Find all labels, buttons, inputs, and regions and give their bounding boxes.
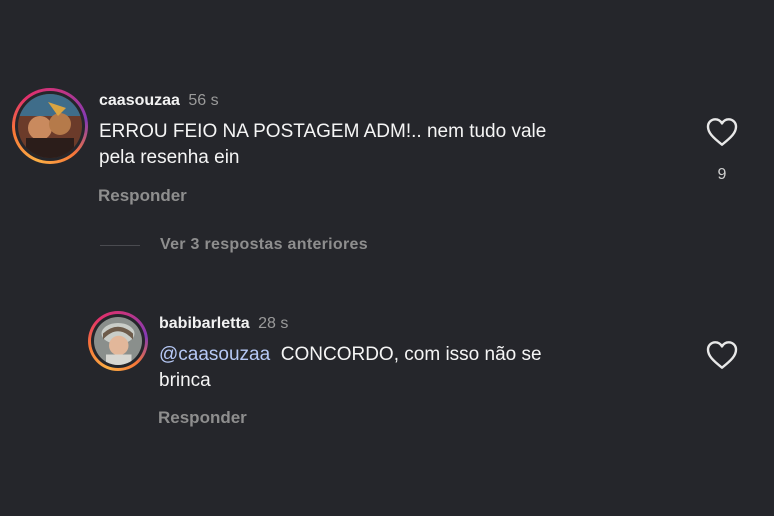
mention-link[interactable]: @caasouzaa <box>159 344 270 365</box>
heart-icon[interactable] <box>706 117 738 147</box>
comment-meta: caasouzaa 56 s <box>99 92 219 110</box>
heart-icon[interactable] <box>706 340 738 370</box>
reply-text: @caasouzaa CONCORDO, com isso não se bri… <box>159 342 542 394</box>
reply-meta: babibarletta 28 s <box>159 315 288 333</box>
timestamp: 56 s <box>188 92 219 109</box>
comment-text: ERROU FEIO NA POSTAGEM ADM!.. nem tudo v… <box>99 119 546 171</box>
reply-text-line2: brinca <box>159 370 211 391</box>
reply-text-body: CONCORDO, com isso não se <box>280 344 542 365</box>
reply-button[interactable]: Responder <box>98 186 187 206</box>
comment-text-line2: pela resenha ein <box>99 147 240 168</box>
avatar[interactable] <box>12 88 88 164</box>
avatar-photo <box>94 317 142 365</box>
avatar-border <box>91 314 145 368</box>
comment-text-line1: ERROU FEIO NA POSTAGEM ADM!.. nem tudo v… <box>99 121 547 142</box>
divider-line <box>100 244 140 246</box>
username[interactable]: caasouzaa <box>99 92 180 109</box>
avatar-photo <box>18 94 82 158</box>
view-replies-button[interactable]: Ver 3 respostas anteriores <box>100 236 368 254</box>
avatar-photo-image <box>18 94 82 158</box>
avatar[interactable] <box>88 311 148 371</box>
avatar-photo-image <box>94 317 142 365</box>
reply-text-line1: @caasouzaa CONCORDO, com isso não se <box>159 342 542 368</box>
username[interactable]: babibarletta <box>159 315 250 332</box>
timestamp: 28 s <box>258 315 289 332</box>
reply-button[interactable]: Responder <box>158 408 247 428</box>
view-replies-label: Ver 3 respostas anteriores <box>160 236 368 253</box>
avatar-border <box>15 91 85 161</box>
like-count: 9 <box>717 166 727 183</box>
